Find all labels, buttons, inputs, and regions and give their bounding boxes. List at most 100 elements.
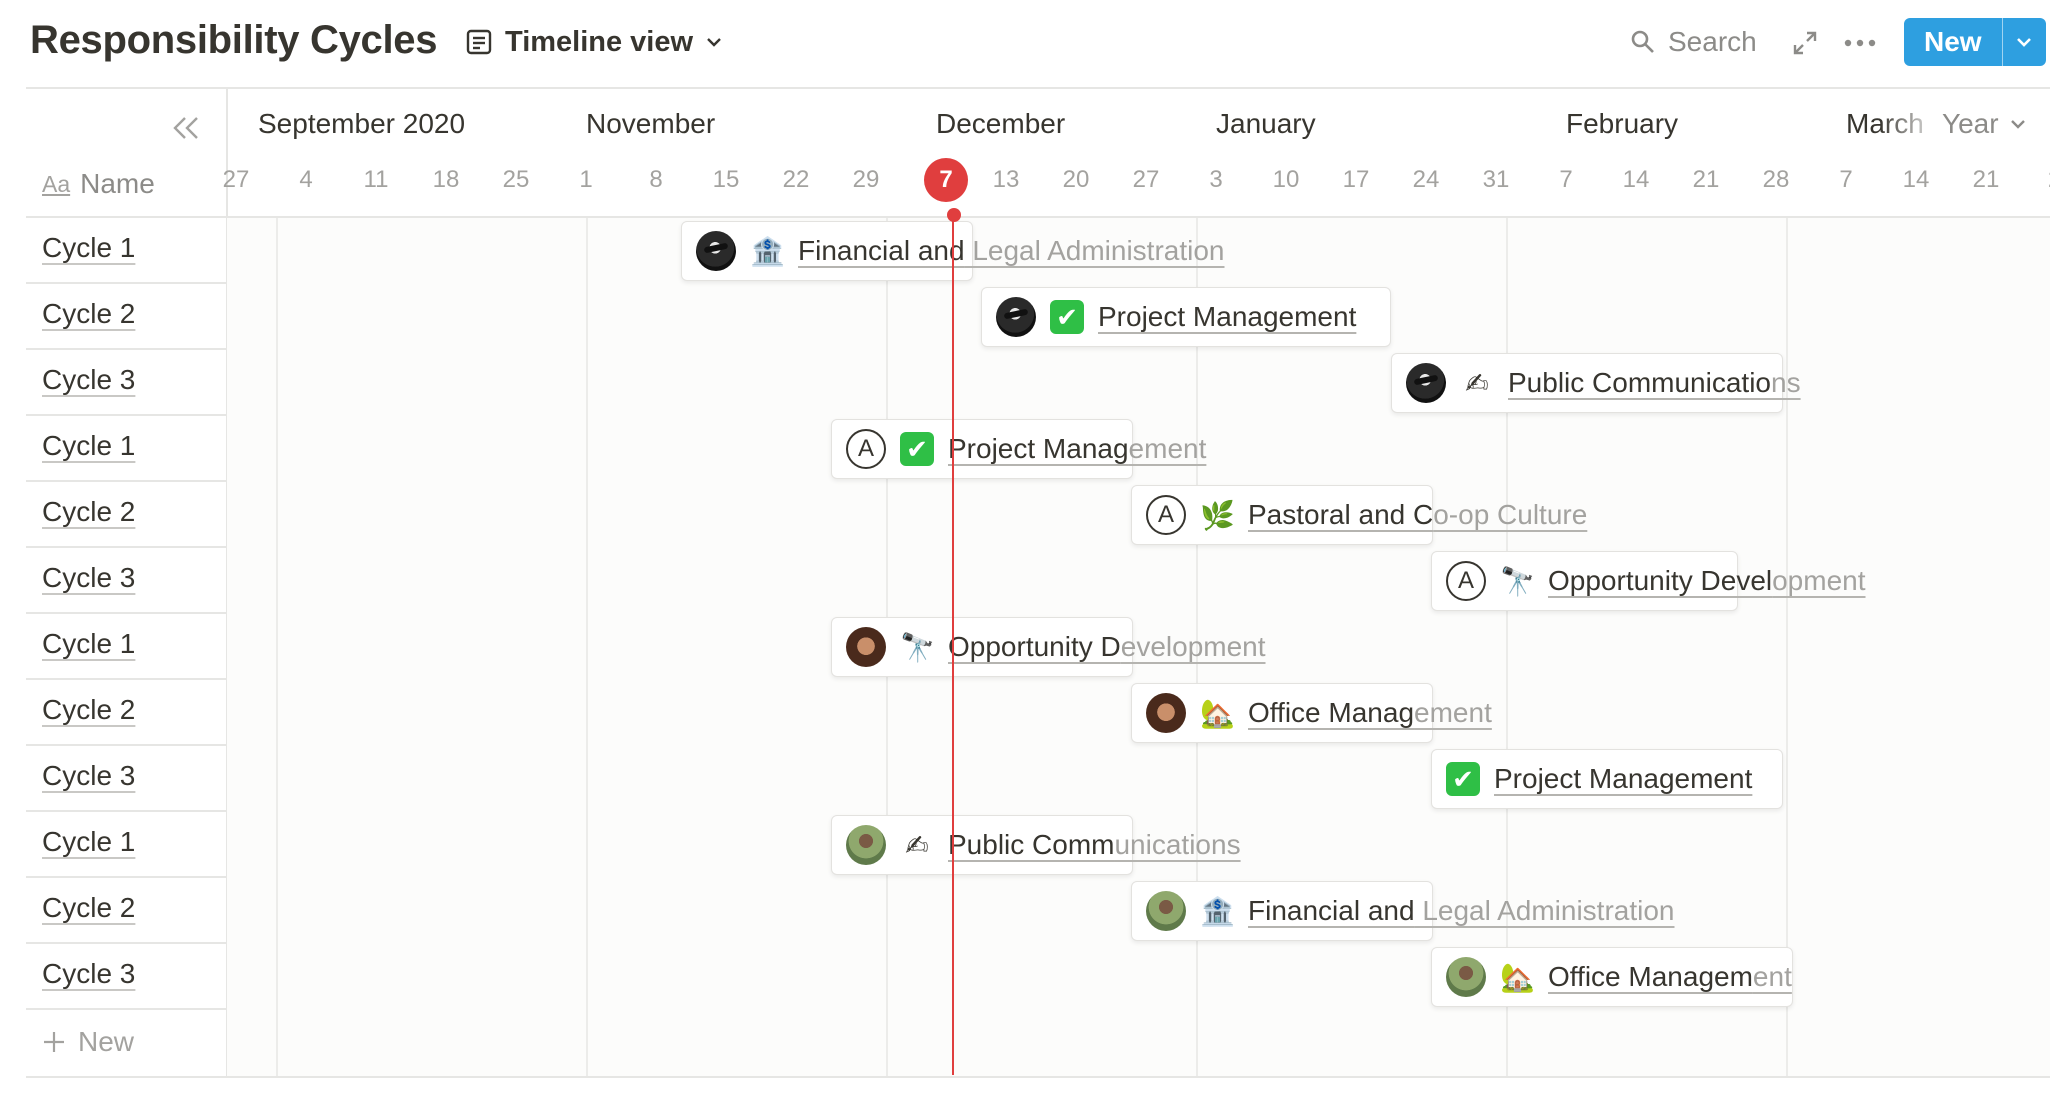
day-label: 13 (992, 166, 1020, 193)
row-title[interactable]: Cycle 3 (42, 760, 135, 792)
card-title-visible: Opportunity Devel (1548, 565, 1773, 596)
expand-icon[interactable] (1790, 28, 1820, 58)
card-content: ✔ Project Management (996, 288, 1356, 346)
row-title[interactable]: Cycle 2 (42, 892, 135, 924)
avatar: A (1446, 561, 1486, 601)
timeline-card[interactable]: ✍ Public Communications (1391, 353, 1801, 413)
row-title[interactable]: Cycle 3 (42, 562, 135, 594)
month-label: September 2020 (258, 108, 466, 139)
row-title[interactable]: Cycle 3 (42, 364, 135, 396)
day-label: 31 (1482, 166, 1510, 193)
more-options-icon[interactable] (1842, 28, 1878, 58)
day-label: 7 (1559, 166, 1573, 193)
row-divider (26, 942, 226, 944)
day-label: 8 (649, 166, 663, 193)
card-title: Project Management (948, 433, 1206, 465)
card-content: 🏦 Financial and Legal Administration (696, 222, 1225, 280)
card-content: A 🔭 Opportunity Development (1446, 552, 1866, 610)
day-label: 18 (432, 166, 460, 193)
row-divider (26, 678, 226, 680)
card-content: ✔ Project Management (1446, 750, 1752, 808)
grid-line (276, 218, 278, 1076)
row-title[interactable]: Cycle 1 (42, 430, 135, 462)
card-content: 🏡 Office Management (1446, 948, 1792, 1006)
card-title-overflow: unications (1114, 829, 1241, 860)
timeline-card[interactable]: ✔ Project Management (981, 287, 1391, 347)
card-content: 🔭 Opportunity Development (846, 618, 1266, 676)
timeline-card[interactable]: 🏡 Office Management (1131, 683, 1492, 743)
avatar (1146, 891, 1186, 931)
day-label: 11 (363, 166, 389, 193)
new-button-group: New (1904, 18, 2046, 66)
timeline-card[interactable]: ✍ Public Communications (831, 815, 1241, 875)
name-column-header[interactable]: Aa Name (42, 168, 155, 200)
timeline-range-select[interactable]: Year (1930, 108, 2027, 140)
add-row-label: New (78, 1026, 135, 1057)
timeline-card[interactable]: 🏦 Financial and Legal Administration (681, 221, 1225, 281)
avatar (1446, 957, 1486, 997)
add-row-button[interactable]: New (42, 1026, 134, 1058)
day-label: 21 (1692, 166, 1720, 193)
search-button[interactable]: Search (1630, 22, 1757, 62)
card-title-visible: Office Manag (1248, 697, 1415, 728)
day-label: 7 (1839, 166, 1853, 193)
chevron-down-icon (2017, 38, 2031, 47)
day-label: 3 (1209, 166, 1223, 193)
search-icon (1631, 30, 1654, 53)
card-title-overflow: ement (1128, 433, 1207, 464)
day-label: 27 (1132, 166, 1160, 193)
timeline-card[interactable]: 🏡 Office Management (1431, 947, 1793, 1007)
row-divider (26, 612, 226, 614)
writing-hand-icon: ✍ (1465, 367, 1489, 399)
row-title[interactable]: Cycle 2 (42, 694, 135, 726)
card-title: Financial and Legal Administration (798, 235, 1225, 267)
row-divider (26, 282, 226, 284)
day-label: 4 (299, 166, 313, 193)
timeline-card[interactable]: A 🌿 Pastoral and Co-op Culture (1131, 485, 1587, 545)
avatar (846, 627, 886, 667)
day-label: 14 (1622, 166, 1650, 193)
day-label: 20 (1062, 166, 1090, 193)
today-indicator[interactable]: 7 (924, 158, 968, 202)
row-title[interactable]: Cycle 1 (42, 232, 135, 264)
row-title[interactable]: Cycle 1 (42, 826, 135, 858)
new-button[interactable]: New (1904, 18, 2002, 66)
card-title-visible: Opportunity D (948, 631, 1121, 662)
row-title[interactable]: Cycle 1 (42, 628, 135, 660)
card-title-visible: Project Management (1098, 301, 1357, 332)
card-title: Office Management (1248, 697, 1492, 729)
card-title-overflow: Legal Administration (964, 235, 1225, 266)
row-title[interactable]: Cycle 3 (42, 958, 135, 990)
row-title[interactable]: Cycle 2 (42, 298, 135, 330)
timeline-card[interactable]: A 🔭 Opportunity Development (1431, 551, 1866, 611)
card-content: 🏡 Office Management (1146, 684, 1492, 742)
day-label: 25 (502, 166, 530, 193)
bank-icon: 🏦 (1200, 895, 1235, 927)
collapse-table-icon[interactable] (170, 112, 202, 144)
name-header-label: Name (80, 168, 155, 199)
timeline-card[interactable]: ✔ Project Management (1431, 749, 1783, 809)
month-label: January (1216, 108, 1316, 139)
timeline-card[interactable]: A ✔ Project Management (831, 419, 1206, 479)
row-divider (26, 1008, 226, 1010)
avatar (996, 297, 1036, 337)
plus-icon (44, 1032, 64, 1052)
day-label: 29 (852, 166, 880, 193)
card-title-overflow: evelopment (1120, 631, 1266, 662)
day-label: 28 (2026, 166, 2050, 194)
house-icon: 🏡 (1500, 961, 1535, 993)
avatar (1146, 693, 1186, 733)
header-divider (26, 87, 2050, 89)
new-options-button[interactable] (2001, 18, 2046, 66)
today-marker-dot (947, 208, 961, 222)
card-title: Project Management (1494, 763, 1752, 795)
card-title-overflow: Legal Administration (1414, 895, 1675, 926)
timeline-card[interactable]: 🏦 Financial and Legal Administration (1131, 881, 1675, 941)
row-title[interactable]: Cycle 2 (42, 496, 135, 528)
writing-hand-icon: ✍ (905, 829, 929, 861)
card-content: 🏦 Financial and Legal Administration (1146, 882, 1675, 940)
view-switcher[interactable]: Timeline view (465, 22, 723, 62)
card-title-visible: Public Communicatio (1508, 367, 1771, 398)
card-title: Public Communications (948, 829, 1241, 861)
timeline-card[interactable]: 🔭 Opportunity Development (831, 617, 1266, 677)
